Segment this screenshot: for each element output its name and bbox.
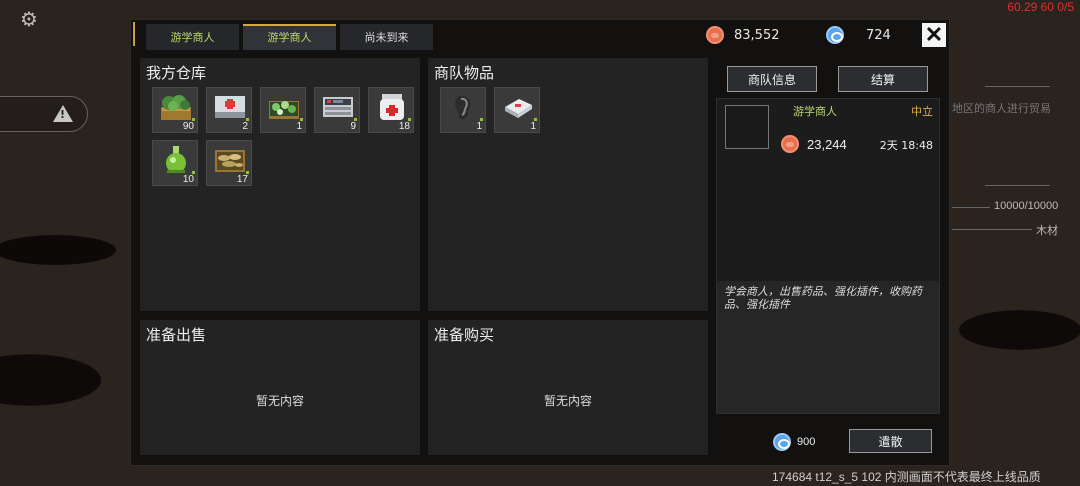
merchant-time: 2天 18:48 xyxy=(879,139,933,152)
my-warehouse-panel: 我方仓库 90 2 1 9 18 10 17 xyxy=(140,58,420,311)
coin-icon xyxy=(706,26,724,44)
item-count: 1 xyxy=(296,121,302,132)
gem-balance: 724 xyxy=(826,26,891,44)
green-herb-crate-icon xyxy=(161,95,191,120)
merchant-status: 中立 xyxy=(911,105,933,118)
item-slot[interactable]: 1 xyxy=(440,87,486,133)
empty-text: 暂无内容 xyxy=(255,394,304,408)
caravan-info-button[interactable]: 商队信息 xyxy=(727,66,817,92)
merchant-description: 学会商人，出售药品、强化插件，收购药品、强化插件 xyxy=(724,285,922,311)
gem-amount: 724 xyxy=(866,27,891,43)
item-slot[interactable]: 18 xyxy=(368,87,414,133)
herb-seed-crate-icon xyxy=(269,101,299,119)
green-potion-icon xyxy=(166,146,186,173)
item-count: 17 xyxy=(236,174,248,185)
panel-title: 商队物品 xyxy=(434,64,495,82)
settle-button[interactable]: 结算 xyxy=(838,66,928,92)
divider xyxy=(985,86,1050,87)
bottom-gem-amount: 900 xyxy=(797,436,816,448)
coin-balance: 83,552 xyxy=(706,26,780,44)
ready-to-sell-panel: 准备出售 暂无内容 xyxy=(140,320,420,455)
plug-module-icon xyxy=(505,99,532,118)
warning-icon xyxy=(53,105,73,122)
item-count: 10 xyxy=(182,174,194,185)
item-count: 18 xyxy=(398,121,410,132)
modal-accent xyxy=(133,22,135,46)
panel-title: 准备出售 xyxy=(146,326,207,344)
panel-title: 准备购买 xyxy=(434,326,495,344)
item-slot[interactable]: 10 xyxy=(152,140,198,186)
item-slot[interactable]: 17 xyxy=(206,140,252,186)
warehouse-items: 90 2 1 9 18 10 17 xyxy=(152,87,422,186)
ear-implant-icon xyxy=(455,95,471,120)
item-count: 1 xyxy=(530,121,536,132)
merchant-money: 23,244 xyxy=(781,135,847,153)
divider xyxy=(952,207,990,208)
item-slot[interactable]: 1 xyxy=(494,87,540,133)
divider xyxy=(985,185,1050,186)
gear-icon[interactable]: ⚙ xyxy=(18,8,40,30)
item-slot[interactable]: 1 xyxy=(260,87,306,133)
panel-title: 我方仓库 xyxy=(146,64,207,82)
caravan-items: 1 1 xyxy=(440,87,710,133)
item-slot[interactable]: 2 xyxy=(206,87,252,133)
side-trade-text: 地区的商人进行贸易 xyxy=(952,102,1051,115)
merchant-portrait xyxy=(725,105,769,149)
medkit-icon xyxy=(215,96,245,118)
gem-icon xyxy=(773,433,791,451)
coin-amount: 83,552 xyxy=(734,27,780,43)
item-count: 90 xyxy=(182,121,194,132)
item-count: 9 xyxy=(350,121,356,132)
warning-pill[interactable] xyxy=(0,96,88,132)
merchant-name: 游学商人 xyxy=(793,105,837,118)
mushroom-crate-icon xyxy=(215,150,245,172)
watermark: 174684 t12_s_5 102 内测画面不代表最终上线品质 xyxy=(772,470,1041,484)
tab-merchant-2[interactable]: 游学商人 xyxy=(243,24,336,50)
dismiss-button[interactable]: 遣散 xyxy=(849,429,932,453)
side-hp-text: 10000/10000 xyxy=(994,200,1059,212)
item-count: 2 xyxy=(242,121,248,132)
item-slot[interactable]: 90 xyxy=(152,87,198,133)
coin-icon xyxy=(781,135,799,153)
bottom-gem-cost: 900 xyxy=(773,433,815,451)
tab-merchant-1[interactable]: 游学商人 xyxy=(146,24,239,50)
merchant-money-amount: 23,244 xyxy=(807,136,847,152)
item-slot[interactable]: 9 xyxy=(314,87,360,133)
merchant-description-box: 学会商人，出售药品、强化插件，收购药品、强化插件 xyxy=(717,281,939,413)
caravan-goods-panel: 商队物品 1 1 xyxy=(428,58,708,311)
side-wood-text: 木材 xyxy=(1036,224,1058,237)
device-panel-icon xyxy=(323,97,353,117)
fps-counter: 60.29 60 0/5 xyxy=(1007,0,1074,14)
divider xyxy=(952,229,1032,230)
merchant-tabs: 游学商人 游学商人 尚未到来 xyxy=(146,24,433,50)
tab-not-arrived[interactable]: 尚未到来 xyxy=(340,24,433,50)
merchant-info-box: 游学商人 中立 23,244 2天 18:48 学会商人，出售药品、强化插件，收… xyxy=(716,98,940,414)
gem-icon xyxy=(826,26,844,44)
ready-to-buy-panel: 准备购买 暂无内容 xyxy=(428,320,708,455)
medicine-jar-icon xyxy=(380,94,404,120)
empty-text: 暂无内容 xyxy=(543,394,592,408)
item-count: 1 xyxy=(476,121,482,132)
close-button[interactable]: ✕ xyxy=(922,23,946,47)
